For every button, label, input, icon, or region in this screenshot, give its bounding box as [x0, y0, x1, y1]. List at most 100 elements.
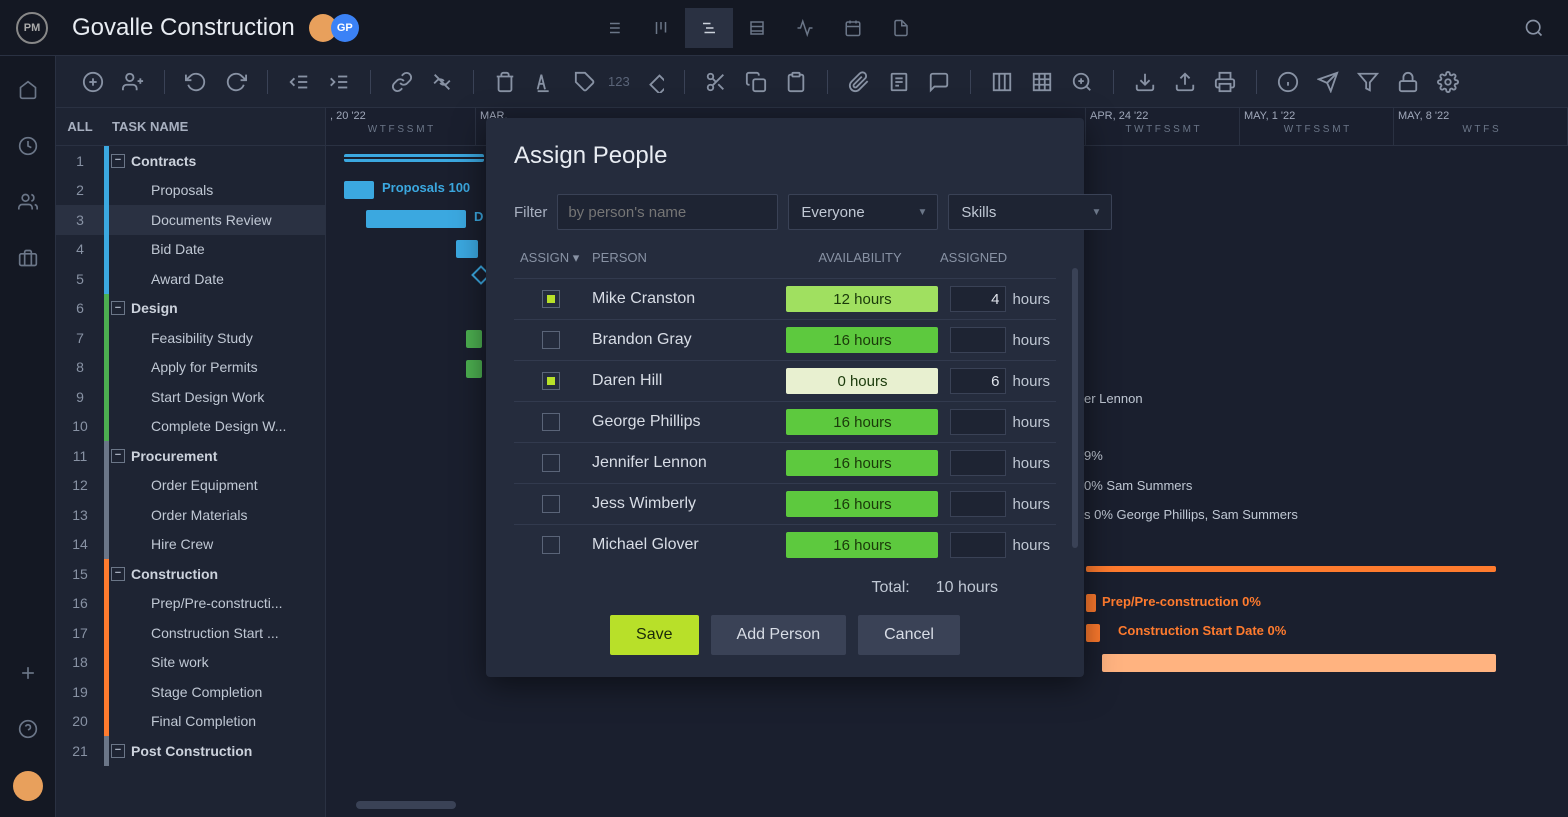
outdent-icon[interactable] — [282, 65, 316, 99]
task-row[interactable]: 18Site work — [56, 648, 325, 678]
briefcase-icon[interactable] — [14, 244, 42, 272]
assign-checkbox[interactable] — [542, 495, 560, 513]
gantt-bar[interactable] — [1102, 654, 1496, 672]
gantt-bar[interactable] — [344, 154, 484, 162]
assign-checkbox[interactable] — [542, 290, 560, 308]
print-icon[interactable] — [1208, 65, 1242, 99]
gantt-bar[interactable] — [466, 330, 482, 348]
avatar-2[interactable]: GP — [331, 14, 359, 42]
view-gantt-icon[interactable] — [685, 8, 733, 48]
task-row[interactable]: 20Final Completion — [56, 707, 325, 737]
view-list-icon[interactable] — [589, 8, 637, 48]
task-row[interactable]: 15−Construction — [56, 559, 325, 589]
task-row[interactable]: 5Award Date — [56, 264, 325, 294]
filter-name-input[interactable] — [557, 194, 778, 230]
task-row[interactable]: 4Bid Date — [56, 235, 325, 265]
modal-scrollbar[interactable] — [1072, 268, 1078, 548]
note-icon[interactable] — [882, 65, 916, 99]
copy-icon[interactable] — [739, 65, 773, 99]
collapse-icon[interactable]: − — [111, 154, 125, 168]
avatar-stack[interactable]: GP — [315, 14, 359, 42]
unlink-icon[interactable] — [425, 65, 459, 99]
task-row[interactable]: 6−Design — [56, 294, 325, 324]
assigned-hours-input[interactable] — [950, 327, 1006, 353]
view-calendar-icon[interactable] — [829, 8, 877, 48]
lock-icon[interactable] — [1391, 65, 1425, 99]
task-row[interactable]: 19Stage Completion — [56, 677, 325, 707]
text-color-icon[interactable] — [528, 65, 562, 99]
task-row[interactable]: 14Hire Crew — [56, 530, 325, 560]
import-icon[interactable] — [1128, 65, 1162, 99]
redo-icon[interactable] — [219, 65, 253, 99]
user-avatar[interactable] — [13, 771, 43, 801]
task-row[interactable]: 17Construction Start ... — [56, 618, 325, 648]
collapse-icon[interactable]: − — [111, 567, 125, 581]
assigned-hours-input[interactable] — [950, 286, 1006, 312]
save-button[interactable]: Save — [610, 615, 698, 655]
zoom-icon[interactable] — [1065, 65, 1099, 99]
people-icon[interactable] — [14, 188, 42, 216]
cut-icon[interactable] — [699, 65, 733, 99]
assigned-hours-input[interactable] — [950, 450, 1006, 476]
task-row[interactable]: 3Documents Review — [56, 205, 325, 235]
gantt-bar[interactable] — [1086, 594, 1096, 612]
search-icon[interactable] — [1516, 10, 1552, 46]
assign-checkbox[interactable] — [542, 331, 560, 349]
grid-icon[interactable] — [1025, 65, 1059, 99]
assigned-hours-input[interactable] — [950, 491, 1006, 517]
filter-icon[interactable] — [1351, 65, 1385, 99]
indent-icon[interactable] — [322, 65, 356, 99]
task-row[interactable]: 1−Contracts — [56, 146, 325, 176]
trash-icon[interactable] — [488, 65, 522, 99]
export-icon[interactable] — [1168, 65, 1202, 99]
task-row[interactable]: 11−Procurement — [56, 441, 325, 471]
gantt-bar[interactable] — [366, 210, 466, 228]
gantt-bar[interactable] — [466, 360, 482, 378]
filter-everyone-select[interactable]: Everyone — [788, 194, 938, 230]
app-logo[interactable]: PM — [16, 12, 48, 44]
send-icon[interactable] — [1311, 65, 1345, 99]
assign-checkbox[interactable] — [542, 372, 560, 390]
gantt-bar[interactable] — [1086, 624, 1100, 642]
tag-icon[interactable] — [568, 65, 602, 99]
assign-checkbox[interactable] — [542, 454, 560, 472]
add-circle-icon[interactable] — [76, 65, 110, 99]
add-person-button[interactable]: Add Person — [711, 615, 847, 655]
view-file-icon[interactable] — [877, 8, 925, 48]
assigned-hours-input[interactable] — [950, 409, 1006, 435]
view-sheet-icon[interactable] — [733, 8, 781, 48]
task-row[interactable]: 10Complete Design W... — [56, 412, 325, 442]
filter-skills-select[interactable]: Skills — [948, 194, 1112, 230]
assign-checkbox[interactable] — [542, 536, 560, 554]
help-icon[interactable] — [14, 715, 42, 743]
collapse-icon[interactable]: − — [111, 449, 125, 463]
add-icon[interactable] — [14, 659, 42, 687]
view-board-icon[interactable] — [637, 8, 685, 48]
task-row[interactable]: 13Order Materials — [56, 500, 325, 530]
view-activity-icon[interactable] — [781, 8, 829, 48]
task-header-all[interactable]: ALL — [56, 119, 104, 134]
th-assign[interactable]: ASSIGN ▾ — [520, 250, 592, 266]
gantt-bar[interactable] — [456, 240, 478, 258]
gantt-scrollbar[interactable] — [356, 801, 456, 809]
task-row[interactable]: 7Feasibility Study — [56, 323, 325, 353]
task-row[interactable]: 2Proposals — [56, 176, 325, 206]
home-icon[interactable] — [14, 76, 42, 104]
task-row[interactable]: 12Order Equipment — [56, 471, 325, 501]
comment-icon[interactable] — [922, 65, 956, 99]
assigned-hours-input[interactable] — [950, 532, 1006, 558]
gantt-bar[interactable] — [344, 181, 374, 199]
task-row[interactable]: 8Apply for Permits — [56, 353, 325, 383]
gantt-bar[interactable] — [1086, 566, 1496, 572]
paste-icon[interactable] — [779, 65, 813, 99]
clock-icon[interactable] — [14, 132, 42, 160]
collapse-icon[interactable]: − — [111, 744, 125, 758]
assign-checkbox[interactable] — [542, 413, 560, 431]
collapse-icon[interactable]: − — [111, 301, 125, 315]
task-row[interactable]: 21−Post Construction — [56, 736, 325, 766]
task-row[interactable]: 9Start Design Work — [56, 382, 325, 412]
assigned-hours-input[interactable] — [950, 368, 1006, 394]
link-icon[interactable] — [385, 65, 419, 99]
columns-icon[interactable] — [985, 65, 1019, 99]
settings-icon[interactable] — [1431, 65, 1465, 99]
